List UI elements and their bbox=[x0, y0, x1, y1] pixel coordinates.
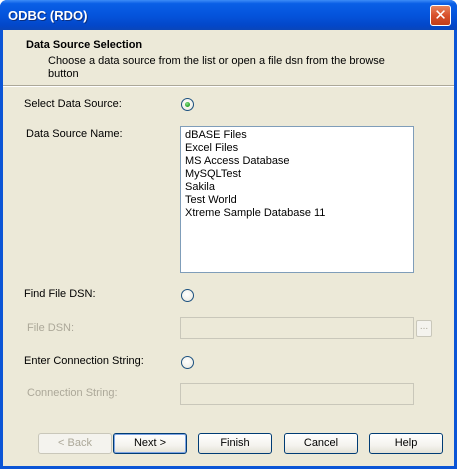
file-dsn-label: File DSN: bbox=[27, 322, 75, 334]
find-file-dsn-label: Find File DSN: bbox=[24, 288, 96, 300]
finish-button[interactable]: Finish bbox=[198, 433, 272, 454]
help-button[interactable]: Help bbox=[369, 433, 443, 454]
list-item[interactable]: Sakila bbox=[184, 181, 410, 194]
data-source-name-label: Data Source Name: bbox=[26, 128, 123, 140]
window-title: ODBC (RDO) bbox=[8, 8, 88, 23]
find-file-dsn-radio[interactable] bbox=[181, 289, 194, 302]
wizard-header: Data Source Selection Choose a data sour… bbox=[3, 30, 454, 86]
select-data-source-label: Select Data Source: bbox=[24, 98, 122, 110]
cancel-button[interactable]: Cancel bbox=[284, 433, 358, 454]
page-description: Choose a data source from the list or op… bbox=[48, 55, 385, 80]
list-item[interactable]: Xtreme Sample Database 11 bbox=[184, 207, 410, 220]
dialog-window: ODBC (RDO) ✕ Data Source Selection Choos… bbox=[0, 0, 457, 469]
next-button[interactable]: Next > bbox=[113, 433, 187, 454]
file-dsn-field[interactable] bbox=[180, 317, 414, 339]
dialog-client-area: Data Source Selection Choose a data sour… bbox=[3, 30, 454, 466]
list-item[interactable]: MS Access Database bbox=[184, 155, 410, 168]
connection-string-field[interactable] bbox=[180, 383, 414, 405]
enter-connection-string-label: Enter Connection String: bbox=[24, 355, 144, 367]
title-bar[interactable]: ODBC (RDO) ✕ bbox=[0, 0, 457, 30]
connection-string-label: Connection String: bbox=[27, 387, 118, 399]
close-icon[interactable]: ✕ bbox=[430, 5, 451, 26]
radio-selected-dot bbox=[185, 102, 190, 107]
back-button[interactable]: < Back bbox=[38, 433, 112, 454]
data-source-listbox[interactable]: dBASE Files Excel Files MS Access Databa… bbox=[180, 126, 414, 273]
list-item[interactable]: Excel Files bbox=[184, 142, 410, 155]
list-item[interactable]: dBASE Files bbox=[184, 129, 410, 142]
enter-connection-string-radio[interactable] bbox=[181, 356, 194, 369]
list-item[interactable]: MySQLTest bbox=[184, 168, 410, 181]
select-data-source-radio[interactable] bbox=[181, 98, 194, 111]
page-title: Data Source Selection bbox=[26, 39, 143, 51]
list-item[interactable]: Test World bbox=[184, 194, 410, 207]
browse-button[interactable]: ... bbox=[416, 320, 432, 337]
